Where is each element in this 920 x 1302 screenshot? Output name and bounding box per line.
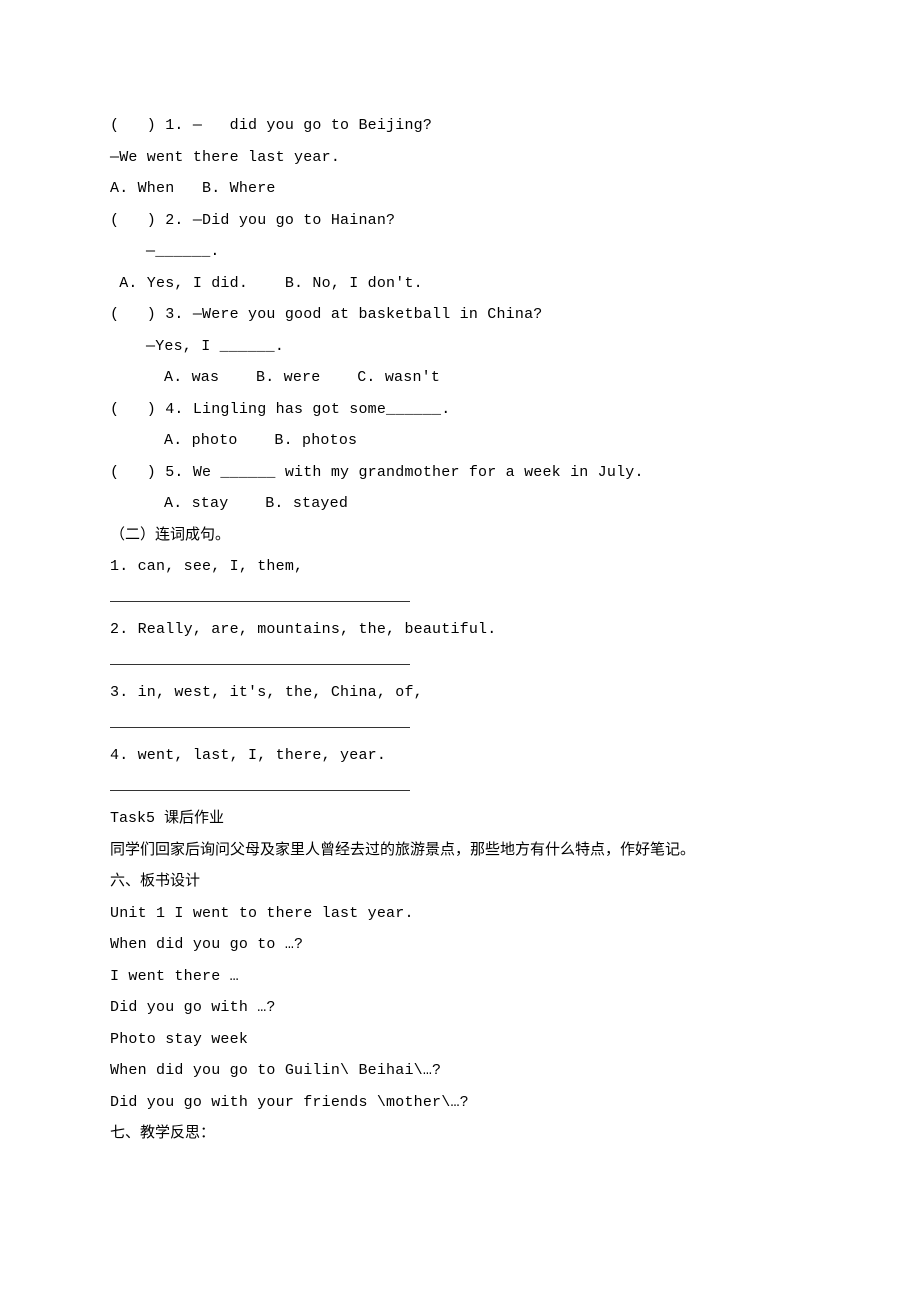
section6-title: 六、板书设计 — [110, 866, 810, 898]
answer-line-1 — [110, 583, 810, 615]
q2-answer: —______. — [110, 236, 810, 268]
q4-options: A. photo B. photos — [110, 425, 810, 457]
board-line-1: Unit 1 I went to there last year. — [110, 898, 810, 930]
q5-options: A. stay B. stayed — [110, 488, 810, 520]
q1-answer: —We went there last year. — [110, 142, 810, 174]
answer-line-3 — [110, 709, 810, 741]
q3-answer: —Yes, I ______. — [110, 331, 810, 363]
section2-title: （二）连词成句。 — [110, 520, 810, 552]
q3-prompt: ( ) 3. —Were you good at basketball in C… — [110, 299, 810, 331]
sentence-2: 2. Really, are, mountains, the, beautifu… — [110, 614, 810, 646]
q4-prompt: ( ) 4. Lingling has got some______. — [110, 394, 810, 426]
q1-options: A. When B. Where — [110, 173, 810, 205]
board-line-7: Did you go with your friends \mother\…? — [110, 1087, 810, 1119]
sentence-4: 4. went, last, I, there, year. — [110, 740, 810, 772]
answer-line-4 — [110, 772, 810, 804]
task5-heading: Task5 课后作业 — [110, 803, 810, 835]
board-line-2: When did you go to …? — [110, 929, 810, 961]
sentence-3: 3. in, west, it's, the, China, of, — [110, 677, 810, 709]
board-line-3: I went there … — [110, 961, 810, 993]
q1-prompt: ( ) 1. — did you go to Beijing? — [110, 110, 810, 142]
board-line-4: Did you go with …? — [110, 992, 810, 1024]
q3-options: A. was B. were C. wasn't — [110, 362, 810, 394]
task5-body: 同学们回家后询问父母及家里人曾经去过的旅游景点，那些地方有什么特点，作好笔记。 — [110, 835, 810, 867]
answer-line-2 — [110, 646, 810, 678]
board-line-5: Photo stay week — [110, 1024, 810, 1056]
section7-title: 七、教学反思： — [110, 1118, 810, 1150]
q2-prompt: ( ) 2. —Did you go to Hainan? — [110, 205, 810, 237]
sentence-1: 1. can, see, I, them, — [110, 551, 810, 583]
q2-options: A. Yes, I did. B. No, I don't. — [110, 268, 810, 300]
board-line-6: When did you go to Guilin\ Beihai\…? — [110, 1055, 810, 1087]
q5-prompt: ( ) 5. We ______ with my grandmother for… — [110, 457, 810, 489]
